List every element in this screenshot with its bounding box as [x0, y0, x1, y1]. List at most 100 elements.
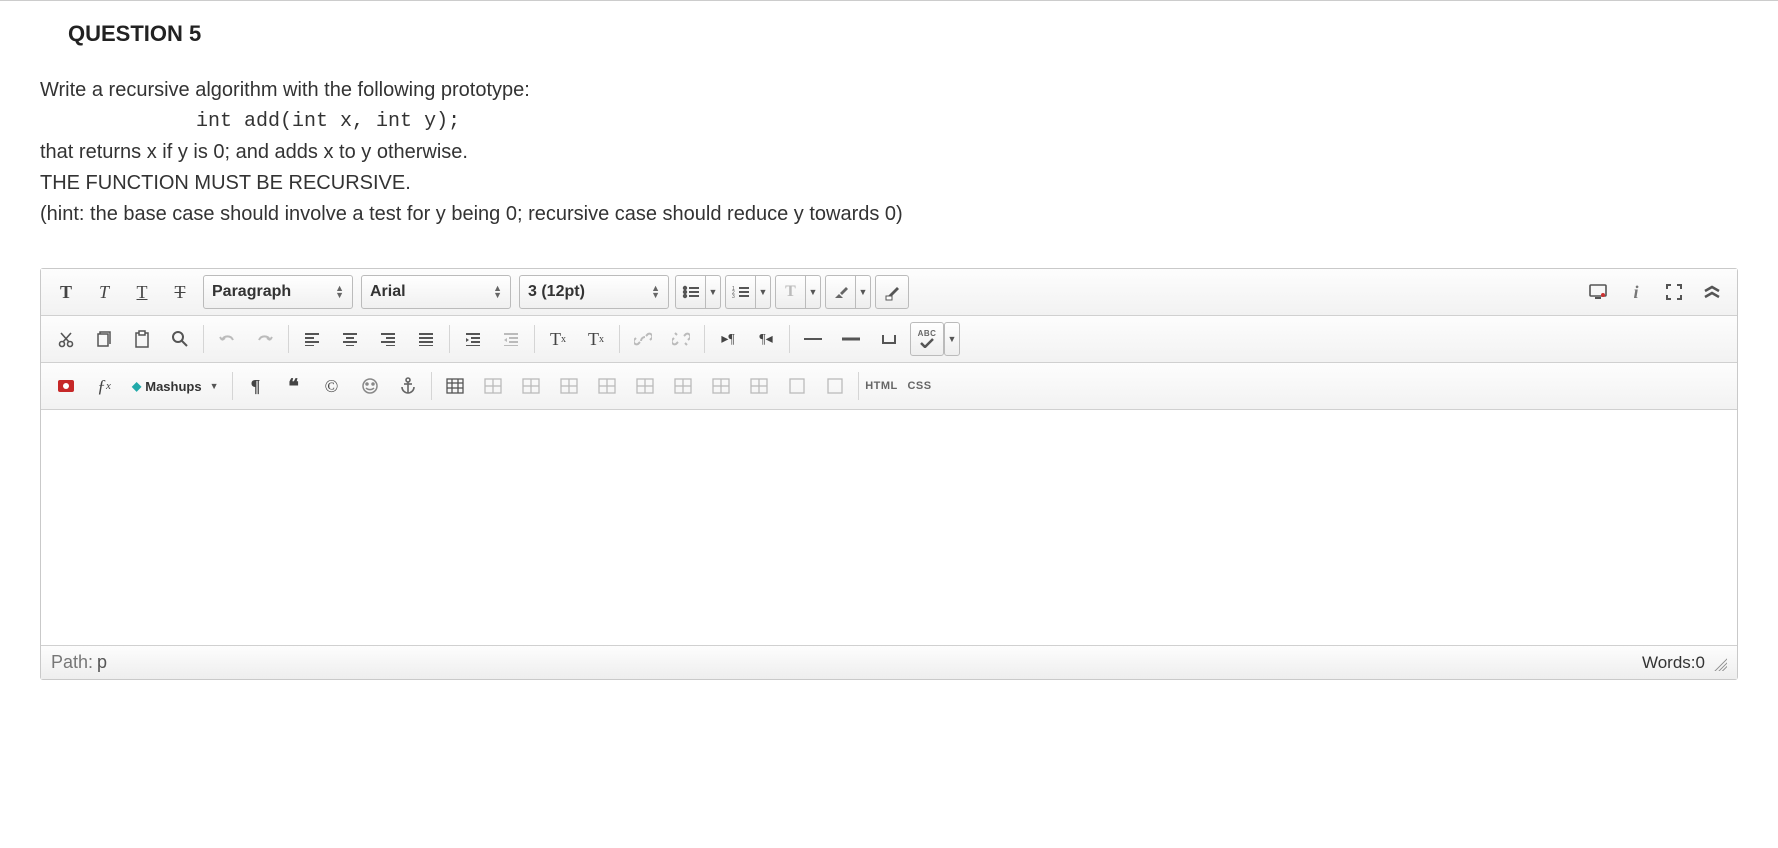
- separator: [232, 372, 233, 400]
- chevron-down-icon: ▼: [855, 275, 871, 309]
- table-row-before-button[interactable]: [476, 369, 510, 403]
- question-block: QUESTION 5 Write a recursive algorithm w…: [0, 1, 1778, 240]
- cut-button[interactable]: [49, 322, 83, 356]
- fullscreen-button[interactable]: [1657, 275, 1691, 309]
- copy-button[interactable]: [87, 322, 121, 356]
- question-container: QUESTION 5 Write a recursive algorithm w…: [0, 0, 1778, 680]
- toolbar-row-2: Tx Tx ▸¶ ¶◂ ABC ▼: [41, 316, 1737, 363]
- bullet-list-icon: [675, 275, 705, 309]
- editor-body: [41, 410, 1737, 646]
- separator: [288, 325, 289, 353]
- redo-button[interactable]: [248, 322, 282, 356]
- bold-button[interactable]: T: [49, 275, 83, 309]
- resize-grip[interactable]: [1711, 655, 1727, 671]
- question-line-2: that returns x if y is 0; and adds x to …: [40, 137, 1738, 168]
- spellcheck-button[interactable]: ABC: [910, 322, 944, 356]
- separator: [619, 325, 620, 353]
- italic-button[interactable]: T: [87, 275, 121, 309]
- question-code: int add(int x, int y);: [40, 106, 1738, 137]
- indent-button[interactable]: [456, 322, 490, 356]
- spinner-icon: ▲▼: [651, 285, 660, 299]
- table-row-after-button[interactable]: [514, 369, 548, 403]
- subscript-button[interactable]: Tx: [579, 322, 613, 356]
- text-color-icon: T: [775, 275, 805, 309]
- unlink-button[interactable]: [664, 322, 698, 356]
- toolbar-row-1: T T T T Paragraph ▲▼ Arial ▲▼ 3 (12pt) ▲…: [41, 269, 1737, 316]
- align-left-button[interactable]: [295, 322, 329, 356]
- status-path: Path:p: [51, 652, 107, 673]
- cell-props-button[interactable]: [818, 369, 852, 403]
- copyright-button[interactable]: ©: [315, 369, 349, 403]
- font-size-label: 3 (12pt): [528, 283, 585, 301]
- table-col-after-button[interactable]: [590, 369, 624, 403]
- font-family-select[interactable]: Arial ▲▼: [361, 275, 511, 309]
- separator: [534, 325, 535, 353]
- align-right-button[interactable]: [371, 322, 405, 356]
- css-label: CSS: [907, 380, 931, 392]
- status-bar: Path:p Words:0: [41, 646, 1737, 679]
- quote-button[interactable]: ❝: [277, 369, 311, 403]
- preview-button[interactable]: [1581, 275, 1615, 309]
- delete-row-button[interactable]: [628, 369, 662, 403]
- spellcheck-dropdown[interactable]: ▼: [944, 322, 960, 356]
- highlight-icon: [825, 275, 855, 309]
- insert-table-button[interactable]: [438, 369, 472, 403]
- separator: [203, 325, 204, 353]
- separator: [431, 372, 432, 400]
- table-props-button[interactable]: [780, 369, 814, 403]
- strikethrough-button[interactable]: T: [163, 275, 197, 309]
- info-button[interactable]: i: [1619, 275, 1653, 309]
- rtl-button[interactable]: ¶◂: [749, 322, 783, 356]
- outdent-button[interactable]: [494, 322, 528, 356]
- word-count: Words:0: [1642, 653, 1705, 673]
- emoji-button[interactable]: [353, 369, 387, 403]
- separator: [449, 325, 450, 353]
- clear-formatting-button[interactable]: [875, 275, 909, 309]
- words-value: 0: [1696, 653, 1705, 672]
- table-col-before-button[interactable]: [552, 369, 586, 403]
- number-list-button[interactable]: 123 ▼: [725, 275, 771, 309]
- paste-button[interactable]: [125, 322, 159, 356]
- undo-button[interactable]: [210, 322, 244, 356]
- toolbar-row-3: ƒx ◆ Mashups ▼ ¶ ❝ © HTML: [41, 363, 1737, 410]
- spinner-icon: ▲▼: [493, 285, 502, 299]
- css-button[interactable]: CSS: [903, 369, 937, 403]
- split-cells-button[interactable]: [742, 369, 776, 403]
- show-invisible-button[interactable]: ¶: [239, 369, 273, 403]
- superscript-button[interactable]: Tx: [541, 322, 575, 356]
- hr-button[interactable]: [796, 322, 830, 356]
- mashups-button[interactable]: ◆ Mashups ▼: [125, 369, 226, 403]
- merge-cells-button[interactable]: [704, 369, 738, 403]
- delete-col-button[interactable]: [666, 369, 700, 403]
- link-button[interactable]: [626, 322, 660, 356]
- mashups-label: Mashups: [145, 379, 201, 394]
- mashups-icon: ◆: [132, 379, 141, 393]
- chevron-down-icon: ▼: [210, 381, 219, 391]
- highlight-color-button[interactable]: ▼: [825, 275, 871, 309]
- separator: [704, 325, 705, 353]
- words-label: Words:: [1642, 653, 1696, 672]
- html-button[interactable]: HTML: [865, 369, 899, 403]
- align-justify-button[interactable]: [409, 322, 443, 356]
- font-size-select[interactable]: 3 (12pt) ▲▼: [519, 275, 669, 309]
- bullet-list-button[interactable]: ▼: [675, 275, 721, 309]
- record-button[interactable]: [49, 369, 83, 403]
- question-line-1: Write a recursive algorithm with the fol…: [40, 75, 1738, 106]
- equation-button[interactable]: ƒx: [87, 369, 121, 403]
- anchor-button[interactable]: [391, 369, 425, 403]
- nbsp-button[interactable]: [872, 322, 906, 356]
- html-label: HTML: [865, 380, 898, 392]
- ltr-button[interactable]: ▸¶: [711, 322, 745, 356]
- text-color-button[interactable]: T ▼: [775, 275, 821, 309]
- find-button[interactable]: [163, 322, 197, 356]
- editor-textarea[interactable]: [41, 410, 1737, 640]
- collapse-button[interactable]: [1695, 275, 1729, 309]
- align-center-button[interactable]: [333, 322, 367, 356]
- format-select[interactable]: Paragraph ▲▼: [203, 275, 353, 309]
- font-family-label: Arial: [370, 283, 406, 301]
- long-dash-button[interactable]: [834, 322, 868, 356]
- underline-button[interactable]: T: [125, 275, 159, 309]
- path-value: p: [97, 652, 107, 672]
- path-label: Path:: [51, 652, 93, 672]
- number-list-icon: 123: [725, 275, 755, 309]
